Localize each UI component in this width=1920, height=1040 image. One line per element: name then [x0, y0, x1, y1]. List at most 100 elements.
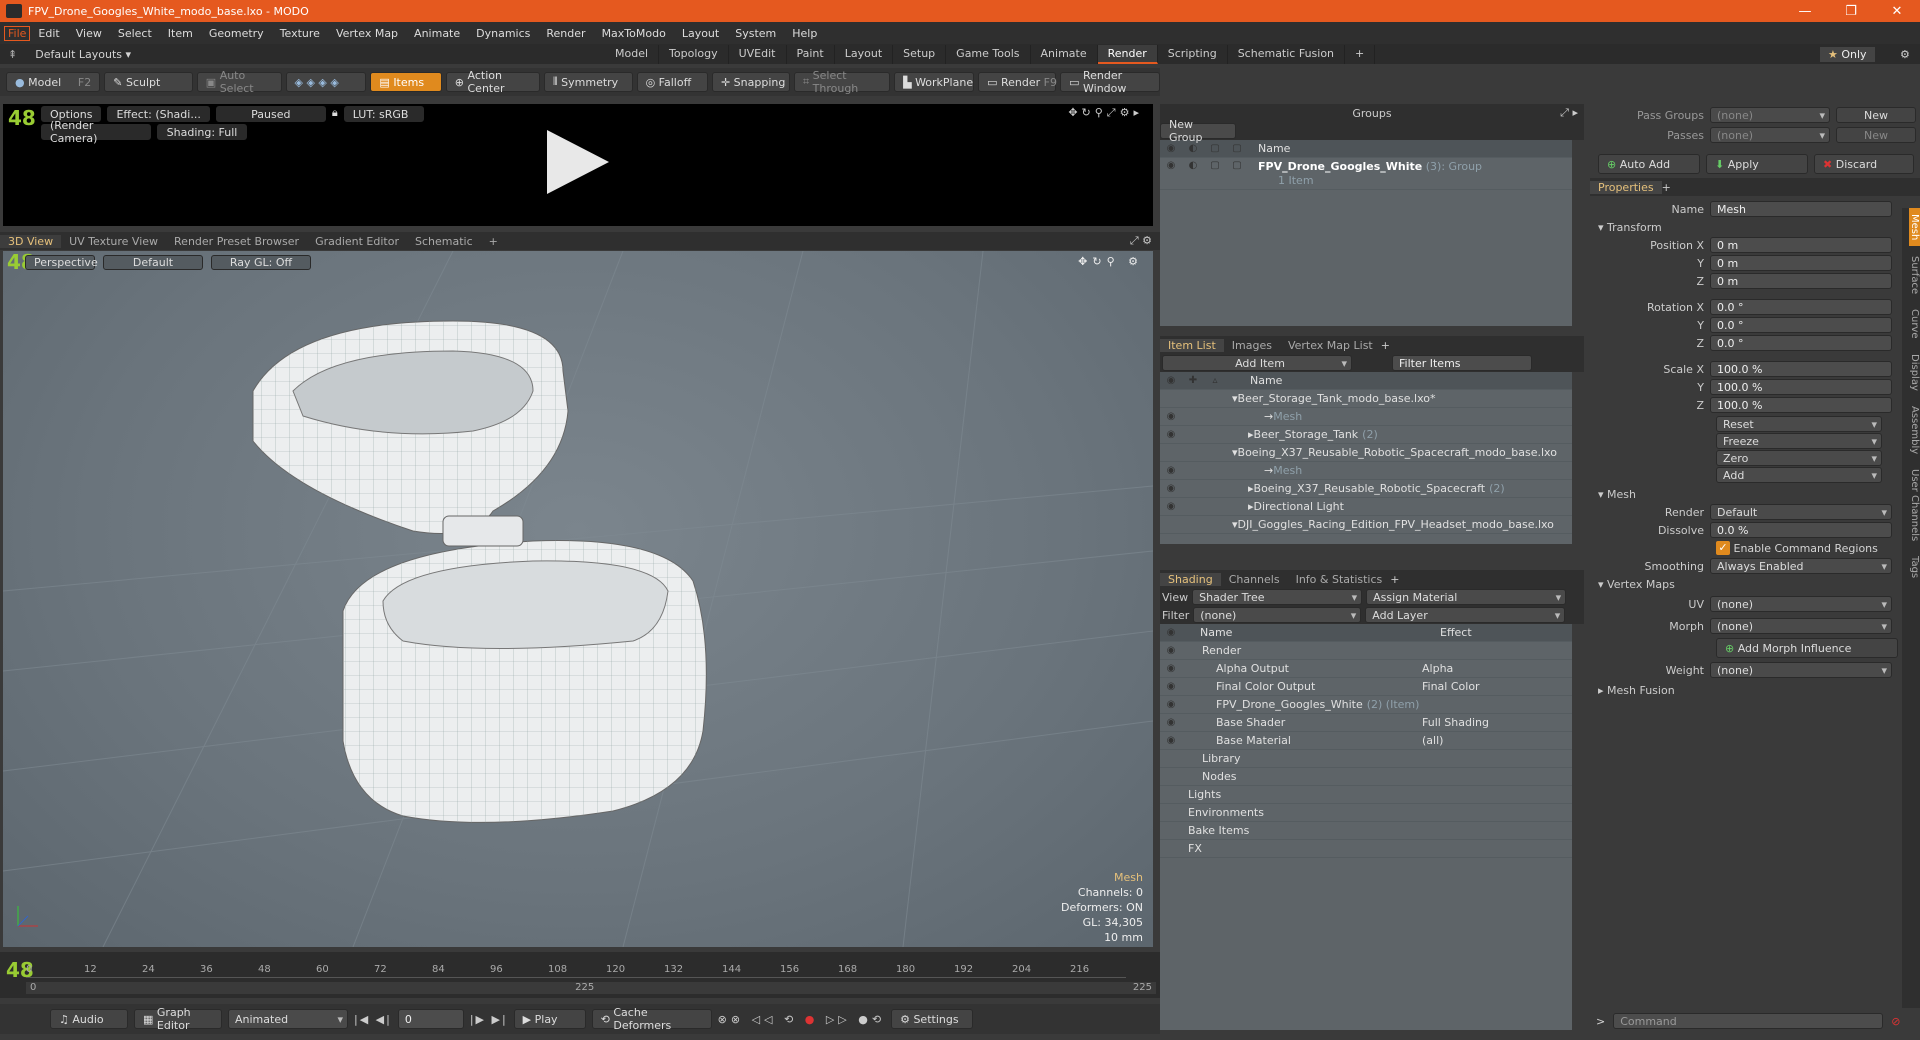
- tab-scripting[interactable]: Scripting: [1158, 44, 1228, 64]
- position-z-input[interactable]: 0 m: [1710, 273, 1892, 289]
- eye-icon[interactable]: ◉: [1160, 465, 1182, 476]
- tab-gradient-editor[interactable]: Gradient Editor: [307, 235, 407, 248]
- lock-icon[interactable]: 🔒︎: [332, 106, 338, 122]
- pass-new-button[interactable]: New: [1836, 107, 1916, 123]
- eye-icon[interactable]: ◉: [1160, 429, 1182, 440]
- tab-paint[interactable]: Paint: [787, 44, 835, 64]
- menu-layout[interactable]: Layout: [674, 27, 727, 40]
- shader-tree-row[interactable]: ◉ FPV_Drone_Googles_White (2) (Item): [1160, 696, 1572, 714]
- item-list-row[interactable]: ▾ DJI_Goggles_Racing_Edition_FPV_Headset…: [1160, 516, 1572, 534]
- tab-vertex-map-list[interactable]: Vertex Map List: [1280, 339, 1381, 352]
- snapping-button[interactable]: ✛ Snapping: [711, 72, 790, 92]
- name-input[interactable]: Mesh: [1710, 201, 1892, 217]
- maximize-icon[interactable]: ❐: [1828, 4, 1874, 19]
- item-list-row[interactable]: ▾ Boeing_X37_Reusable_Robotic_Spacecraft…: [1160, 444, 1572, 462]
- eye-icon[interactable]: ◉: [1160, 681, 1182, 692]
- morph-dropdown[interactable]: (none): [1710, 618, 1892, 634]
- eye-icon[interactable]: ◉: [1160, 411, 1182, 422]
- uv-dropdown[interactable]: (none): [1710, 596, 1892, 612]
- sculpt-button[interactable]: ✎ Sculpt: [104, 72, 193, 92]
- close-icon[interactable]: ✕: [1874, 4, 1920, 19]
- shader-tree-row[interactable]: Library: [1160, 750, 1572, 768]
- goggles-mesh[interactable]: [233, 311, 873, 931]
- tab-channels[interactable]: Channels: [1221, 573, 1288, 586]
- lock-toggle-icon[interactable]: ▢: [1204, 160, 1226, 171]
- layouts-icon[interactable]: ⇞: [8, 48, 17, 61]
- timeline-ruler[interactable]: 0 12 24 36 48 60 72 84 96 108 120 132 144 156 168 180 19…: [26, 952, 1126, 978]
- render-toggle-icon[interactable]: ◐: [1182, 160, 1204, 171]
- paused-button[interactable]: Paused: [215, 106, 326, 122]
- lut-dropdown[interactable]: LUT: sRGB: [343, 106, 424, 122]
- add-view-tab-icon[interactable]: +: [481, 235, 506, 248]
- filter-dropdown[interactable]: (none): [1193, 607, 1362, 623]
- pass-groups-dropdown[interactable]: (none): [1710, 107, 1830, 123]
- render-prop-dropdown[interactable]: Default: [1710, 504, 1892, 520]
- command-input[interactable]: Command: [1613, 1013, 1884, 1029]
- only-toggle[interactable]: ★ Only: [1820, 46, 1875, 62]
- menu-system[interactable]: System: [727, 27, 784, 40]
- side-tab-mesh[interactable]: Mesh: [1909, 208, 1920, 247]
- default-layouts-dropdown[interactable]: Default Layouts ▾: [35, 48, 131, 61]
- passes-dropdown[interactable]: (none): [1710, 127, 1830, 143]
- workplane-button[interactable]: ▙ WorkPlane: [894, 72, 975, 92]
- viewport-nav-controls[interactable]: ✥↻⚲ ⚙: [1078, 255, 1143, 268]
- shader-tree-row[interactable]: Lights: [1160, 786, 1572, 804]
- shader-tree-row[interactable]: Nodes: [1160, 768, 1572, 786]
- tab-schematic-fusion[interactable]: Schematic Fusion: [1228, 44, 1346, 64]
- tab-info-statistics[interactable]: Info & Statistics: [1288, 573, 1391, 586]
- add-tab-icon[interactable]: +: [1345, 44, 1376, 64]
- tab-uvedit[interactable]: UVEdit: [729, 44, 787, 64]
- groups-expand-icon[interactable]: ⤢ ▸: [1560, 106, 1578, 120]
- next-key-buttons[interactable]: |▶ ▶|: [470, 1013, 508, 1026]
- rotation-z-input[interactable]: 0.0 °: [1710, 335, 1892, 351]
- shading-dropdown[interactable]: Shading: Full: [157, 124, 247, 140]
- play-button[interactable]: ▶ Play: [513, 1009, 586, 1029]
- menu-texture[interactable]: Texture: [272, 27, 328, 40]
- keyframe-tools[interactable]: ⊗⊗ ◁◁ ⟲ ● ▷▷ ●⟲: [718, 1013, 885, 1026]
- auto-add-button[interactable]: ⊕ Auto Add: [1598, 154, 1700, 174]
- add-props-tab-icon[interactable]: +: [1662, 181, 1671, 194]
- zero-dropdown[interactable]: Zero: [1716, 450, 1882, 466]
- eye-icon[interactable]: ◉: [1160, 160, 1182, 171]
- apply-button[interactable]: ⬇ Apply: [1706, 154, 1808, 174]
- gear-icon[interactable]: ⚙: [1900, 48, 1910, 61]
- side-tab-display[interactable]: Display: [1909, 348, 1920, 397]
- menu-item[interactable]: Item: [160, 27, 201, 40]
- item-list-row[interactable]: ◉ ▸ Beer_Storage_Tank (2): [1160, 426, 1572, 444]
- tab-images[interactable]: Images: [1224, 339, 1280, 352]
- 3d-viewport[interactable]: 48 Perspective Default Ray GL: Off ✥↻⚲ ⚙…: [3, 251, 1153, 947]
- select-through-button[interactable]: ⌗ Select Through: [793, 69, 891, 95]
- falloff-button[interactable]: ◎ Falloff: [636, 72, 708, 92]
- scale-x-input[interactable]: 100.0 %: [1710, 361, 1892, 377]
- shader-tree-row[interactable]: ◉ Base Shader Full Shading: [1160, 714, 1572, 732]
- tab-render[interactable]: Render: [1097, 44, 1158, 64]
- menu-view[interactable]: View: [68, 27, 110, 40]
- side-tab-tags[interactable]: Tags: [1909, 550, 1920, 584]
- menu-help[interactable]: Help: [784, 27, 825, 40]
- raygl-dropdown[interactable]: Ray GL: Off: [211, 255, 311, 270]
- eye-icon[interactable]: ◉: [1160, 501, 1182, 512]
- animated-dropdown[interactable]: Animated: [228, 1009, 348, 1029]
- assign-material-dropdown[interactable]: Assign Material: [1366, 589, 1567, 605]
- add-panel-tab-icon[interactable]: +: [1381, 339, 1390, 352]
- smoothing-dropdown[interactable]: Always Enabled: [1710, 558, 1892, 574]
- menu-maxtomodo[interactable]: MaxToModo: [594, 27, 674, 40]
- rotation-x-input[interactable]: 0.0 °: [1710, 299, 1892, 315]
- menu-render[interactable]: Render: [538, 27, 593, 40]
- tab-render-preset-browser[interactable]: Render Preset Browser: [166, 235, 307, 248]
- tab-shading[interactable]: Shading: [1160, 572, 1221, 586]
- command-regions-checkbox[interactable]: ✓: [1716, 541, 1730, 555]
- shader-tree-row[interactable]: FX: [1160, 840, 1572, 858]
- tab-layout[interactable]: Layout: [835, 44, 894, 64]
- tab-3d-view[interactable]: 3D View: [0, 234, 62, 248]
- timeline-range-bar[interactable]: 0 225 225: [26, 982, 1156, 994]
- expand-arrow-icon[interactable]: →: [1264, 464, 1273, 477]
- menu-file[interactable]: File: [4, 25, 31, 41]
- model-button[interactable]: ● Model F2: [6, 72, 101, 92]
- add-dropdown[interactable]: Add: [1716, 467, 1882, 483]
- perspective-dropdown[interactable]: Perspective: [25, 255, 98, 270]
- settings-button[interactable]: ⚙ Settings: [891, 1009, 974, 1029]
- tab-animate[interactable]: Animate: [1031, 44, 1098, 64]
- command-stop-icon[interactable]: ⊘: [1891, 1015, 1900, 1028]
- item-list-row[interactable]: ▾ Beer_Storage_Tank_modo_base.lxo*: [1160, 390, 1572, 408]
